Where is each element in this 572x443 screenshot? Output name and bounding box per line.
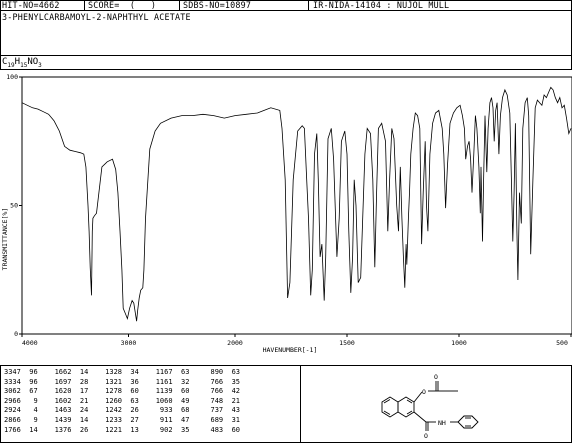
x-axis-label: HAVENUMBER[-1] xyxy=(263,346,318,354)
sdbs-number: SDBS-NO=10897 xyxy=(183,0,252,10)
y-tick-label: 0 xyxy=(14,330,18,338)
x-tick-label: 1000 xyxy=(451,339,467,347)
structure-label-nh: NH xyxy=(438,419,446,427)
peak-table-row: 3062 67 1620 17 1278 60 1139 60 766 42 xyxy=(4,387,241,396)
y-axis-label: TRANSMITTANCE[%] xyxy=(1,208,9,271)
ir-spectrum-chart: 100500 4000 3000 2000 1500 1000 500 TRANSMITT… xyxy=(1,73,572,354)
structure-label-amide-o: O xyxy=(424,432,428,440)
peak-table-sep xyxy=(300,365,301,443)
x-tick-label: 500 xyxy=(556,339,568,347)
formula-box xyxy=(0,55,572,70)
y-tick-label: 50 xyxy=(10,202,18,210)
y-tick-label: 100 xyxy=(6,73,18,81)
x-tick-label: 2000 xyxy=(227,339,243,347)
ir-code: IR-NIDA-14104 : NUJOL MULL xyxy=(313,0,450,10)
hit-number: HIT-NO=4662 xyxy=(2,0,60,10)
x-tick-label: 1500 xyxy=(339,339,355,347)
peak-table-row: 2966 9 1602 21 1260 63 1060 49 748 21 xyxy=(4,396,241,405)
peak-table-row: 3347 96 1662 14 1328 34 1167 63 890 63 xyxy=(4,368,241,376)
structure-label-carbonyl-o: O xyxy=(434,373,438,381)
molecular-formula: C19H15NO3 xyxy=(2,57,42,69)
structure-label-ester-o: O xyxy=(422,388,426,396)
peak-table-row: 2924 4 1463 24 1242 26 933 68 737 43 xyxy=(4,406,241,415)
spectrum-line xyxy=(21,86,572,322)
x-tick-label: 4000 xyxy=(22,339,38,347)
compound-name: 3-PHENYLCARBAMOYL-2-NAPHTHYL ACETATE xyxy=(2,12,191,22)
peak-table-row: 2866 9 1439 14 1233 27 911 47 689 31 xyxy=(4,416,241,424)
score: SCORE= ( ) xyxy=(88,0,157,10)
peak-table-row: 1766 14 1376 26 1221 13 902 35 483 60 xyxy=(4,425,241,434)
plot-frame xyxy=(21,76,572,335)
peak-table-row: 3334 96 1697 28 1321 36 1161 32 766 35 xyxy=(4,377,241,386)
molecular-structure: O O O NH xyxy=(381,373,479,440)
x-tick-label: 3000 xyxy=(121,339,137,347)
